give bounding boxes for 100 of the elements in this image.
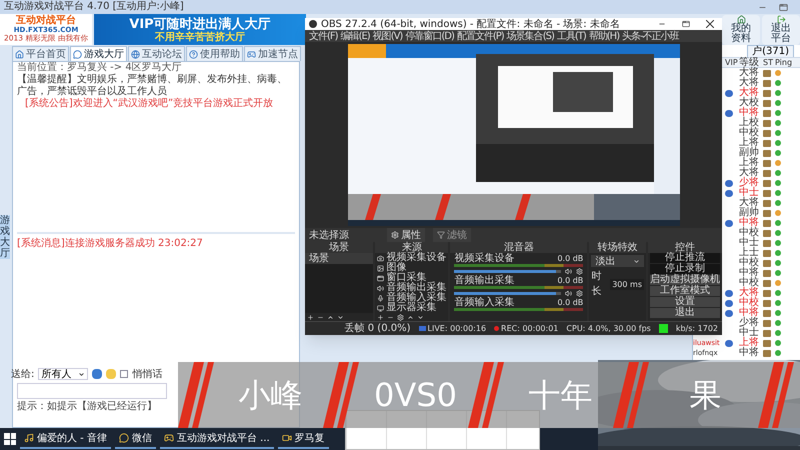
- banner-text: 十年: [528, 375, 594, 415]
- transition-dropdown[interactable]: 淡出: [591, 255, 644, 267]
- properties-button[interactable]: 属性: [387, 228, 425, 242]
- add-icon[interactable]: [307, 314, 314, 320]
- bitrate: kb/s: 1702: [676, 322, 718, 334]
- channel-reading: 0.0 dB: [557, 275, 584, 286]
- nav-tab[interactable]: 互动论坛: [128, 46, 185, 61]
- window-icon: [377, 274, 384, 282]
- move-up-icon[interactable]: [407, 314, 414, 320]
- source-item[interactable]: 视频采集设备: [375, 253, 448, 263]
- move-up-icon[interactable]: [327, 314, 334, 320]
- menu-item[interactable]: 帮助(H): [588, 30, 620, 42]
- exit-icon: [776, 15, 786, 24]
- control-button[interactable]: 停止录制: [650, 264, 720, 274]
- start-icon[interactable]: [4, 433, 16, 445]
- microphone-icon: [377, 294, 384, 302]
- level-text: 大将: [739, 168, 760, 178]
- whisper-label: 悄悄话: [132, 368, 162, 382]
- source-item[interactable]: 窗口采集: [375, 273, 448, 283]
- user-list-tab[interactable]: 户(371): [747, 45, 794, 57]
- level-text: 中士: [739, 188, 760, 198]
- filters-button[interactable]: 滤镜: [433, 228, 471, 242]
- dock-title: 控件: [648, 242, 722, 253]
- help-icon: [189, 50, 198, 58]
- nav-tab[interactable]: 使用帮助: [186, 46, 243, 61]
- dock-title: 混音器: [450, 242, 588, 253]
- level-text: 大将: [739, 288, 760, 298]
- speaker-icon: [377, 284, 384, 292]
- vip-banner[interactable]: VIP可随时进出满人大厅 不用辛辛苦苦挤大厅: [94, 14, 306, 45]
- rec-time: REC: 00:00:01: [501, 322, 558, 334]
- column-header[interactable]: ST: [763, 56, 775, 68]
- menu-item[interactable]: 停靠窗口(D): [405, 30, 454, 42]
- side-tab[interactable]: 游戏大厅: [0, 214, 10, 258]
- menu-item[interactable]: 头条-不正小班: [622, 30, 679, 42]
- source-item[interactable]: 音频输入采集: [375, 293, 448, 303]
- taskbar-item[interactable]: 微信: [114, 429, 156, 449]
- level-text: 中校: [739, 228, 760, 238]
- level-text: 上士: [739, 248, 760, 258]
- move-down-icon[interactable]: [417, 314, 424, 320]
- speaker-icon[interactable]: [565, 290, 572, 296]
- maximize-icon[interactable]: [682, 20, 690, 28]
- column-header[interactable]: Ping: [775, 56, 793, 68]
- dock-title: 转场特效: [589, 242, 646, 253]
- window-title: 互动游戏对战平台 4.70 [互动用户:小峰]: [4, 1, 184, 13]
- nav-tab[interactable]: 游戏大厅: [70, 46, 127, 61]
- source-item[interactable]: 图像: [375, 263, 448, 273]
- banner-text: 0VS0: [373, 375, 458, 415]
- chat-icon: [73, 50, 82, 58]
- gear-icon[interactable]: [576, 290, 584, 296]
- level-text: 中将: [739, 108, 760, 118]
- close-icon[interactable]: [706, 20, 714, 28]
- menu-item[interactable]: 编辑(E): [340, 30, 370, 42]
- toolbar-button[interactable]: 我的资料: [722, 15, 760, 45]
- move-down-icon[interactable]: [337, 314, 344, 320]
- nav-tab[interactable]: 平台首页: [12, 46, 69, 61]
- speaker-icon[interactable]: [565, 268, 572, 274]
- level-text: 中校: [739, 298, 760, 308]
- gear-icon[interactable]: [576, 268, 584, 274]
- control-button[interactable]: 工作室模式: [650, 286, 720, 296]
- gear-icon: [391, 231, 399, 239]
- add-icon[interactable]: [377, 314, 384, 320]
- live-time: LIVE: 00:00:16: [428, 322, 486, 334]
- control-button[interactable]: 停止推流: [650, 253, 720, 263]
- whisper-checkbox[interactable]: [120, 370, 128, 378]
- control-button[interactable]: 设置: [650, 297, 720, 307]
- notice-text: 【温馨提醒】文明娱乐，严禁赌博、刷屏、发布外挂、病毒、广告，严禁诋毁平台以及工作人员: [17, 74, 288, 98]
- menu-item[interactable]: 场景集合(S): [506, 30, 554, 42]
- menu-item[interactable]: 工具(T): [556, 30, 586, 42]
- menu-item[interactable]: 视图(V): [372, 30, 402, 42]
- column-header[interactable]: 等级: [739, 58, 763, 68]
- column-header[interactable]: VIP: [725, 56, 739, 68]
- source-item[interactable]: 显示器采集: [375, 303, 448, 313]
- taskbar-item[interactable]: 偏爱的人 - 音律: [20, 429, 111, 449]
- duration-field[interactable]: 300 ms: [610, 278, 644, 290]
- dock-title: 来源: [375, 242, 448, 253]
- hint-text: 提示：如提示【游戏已经运行】: [17, 401, 158, 413]
- source-item[interactable]: 音频输出采集: [375, 283, 448, 293]
- video-icon: [282, 433, 292, 443]
- send-label: 送给:: [11, 368, 34, 382]
- system-message: [系统消息]连接游戏服务器成功 23:02:27: [17, 238, 204, 250]
- level-text: 中将: [739, 268, 760, 278]
- control-button[interactable]: 退出: [650, 308, 720, 318]
- menu-item[interactable]: 文件(F): [309, 30, 338, 42]
- menu-item[interactable]: 配置文件(P): [456, 30, 504, 42]
- level-text: 中校: [739, 128, 760, 138]
- stream-health-icon: [658, 324, 668, 333]
- gamepad-icon: [247, 50, 256, 58]
- scene-item[interactable]: 场景: [305, 253, 374, 264]
- nav-tab[interactable]: 加速节点: [244, 46, 301, 61]
- maximize-icon[interactable]: [779, 2, 788, 12]
- music-icon: [24, 433, 34, 443]
- caret-icon: [78, 370, 86, 378]
- level-text: 中将: [739, 218, 760, 228]
- recipient-dropdown[interactable]: 所有人: [38, 368, 88, 380]
- toolbar-button[interactable]: 退出平台: [762, 15, 800, 45]
- control-button[interactable]: 启动虚拟摄像机: [650, 275, 720, 285]
- image-icon: [377, 264, 384, 272]
- gear-icon[interactable]: [397, 314, 404, 320]
- chat-icon: [118, 433, 129, 443]
- message-input[interactable]: [17, 383, 167, 399]
